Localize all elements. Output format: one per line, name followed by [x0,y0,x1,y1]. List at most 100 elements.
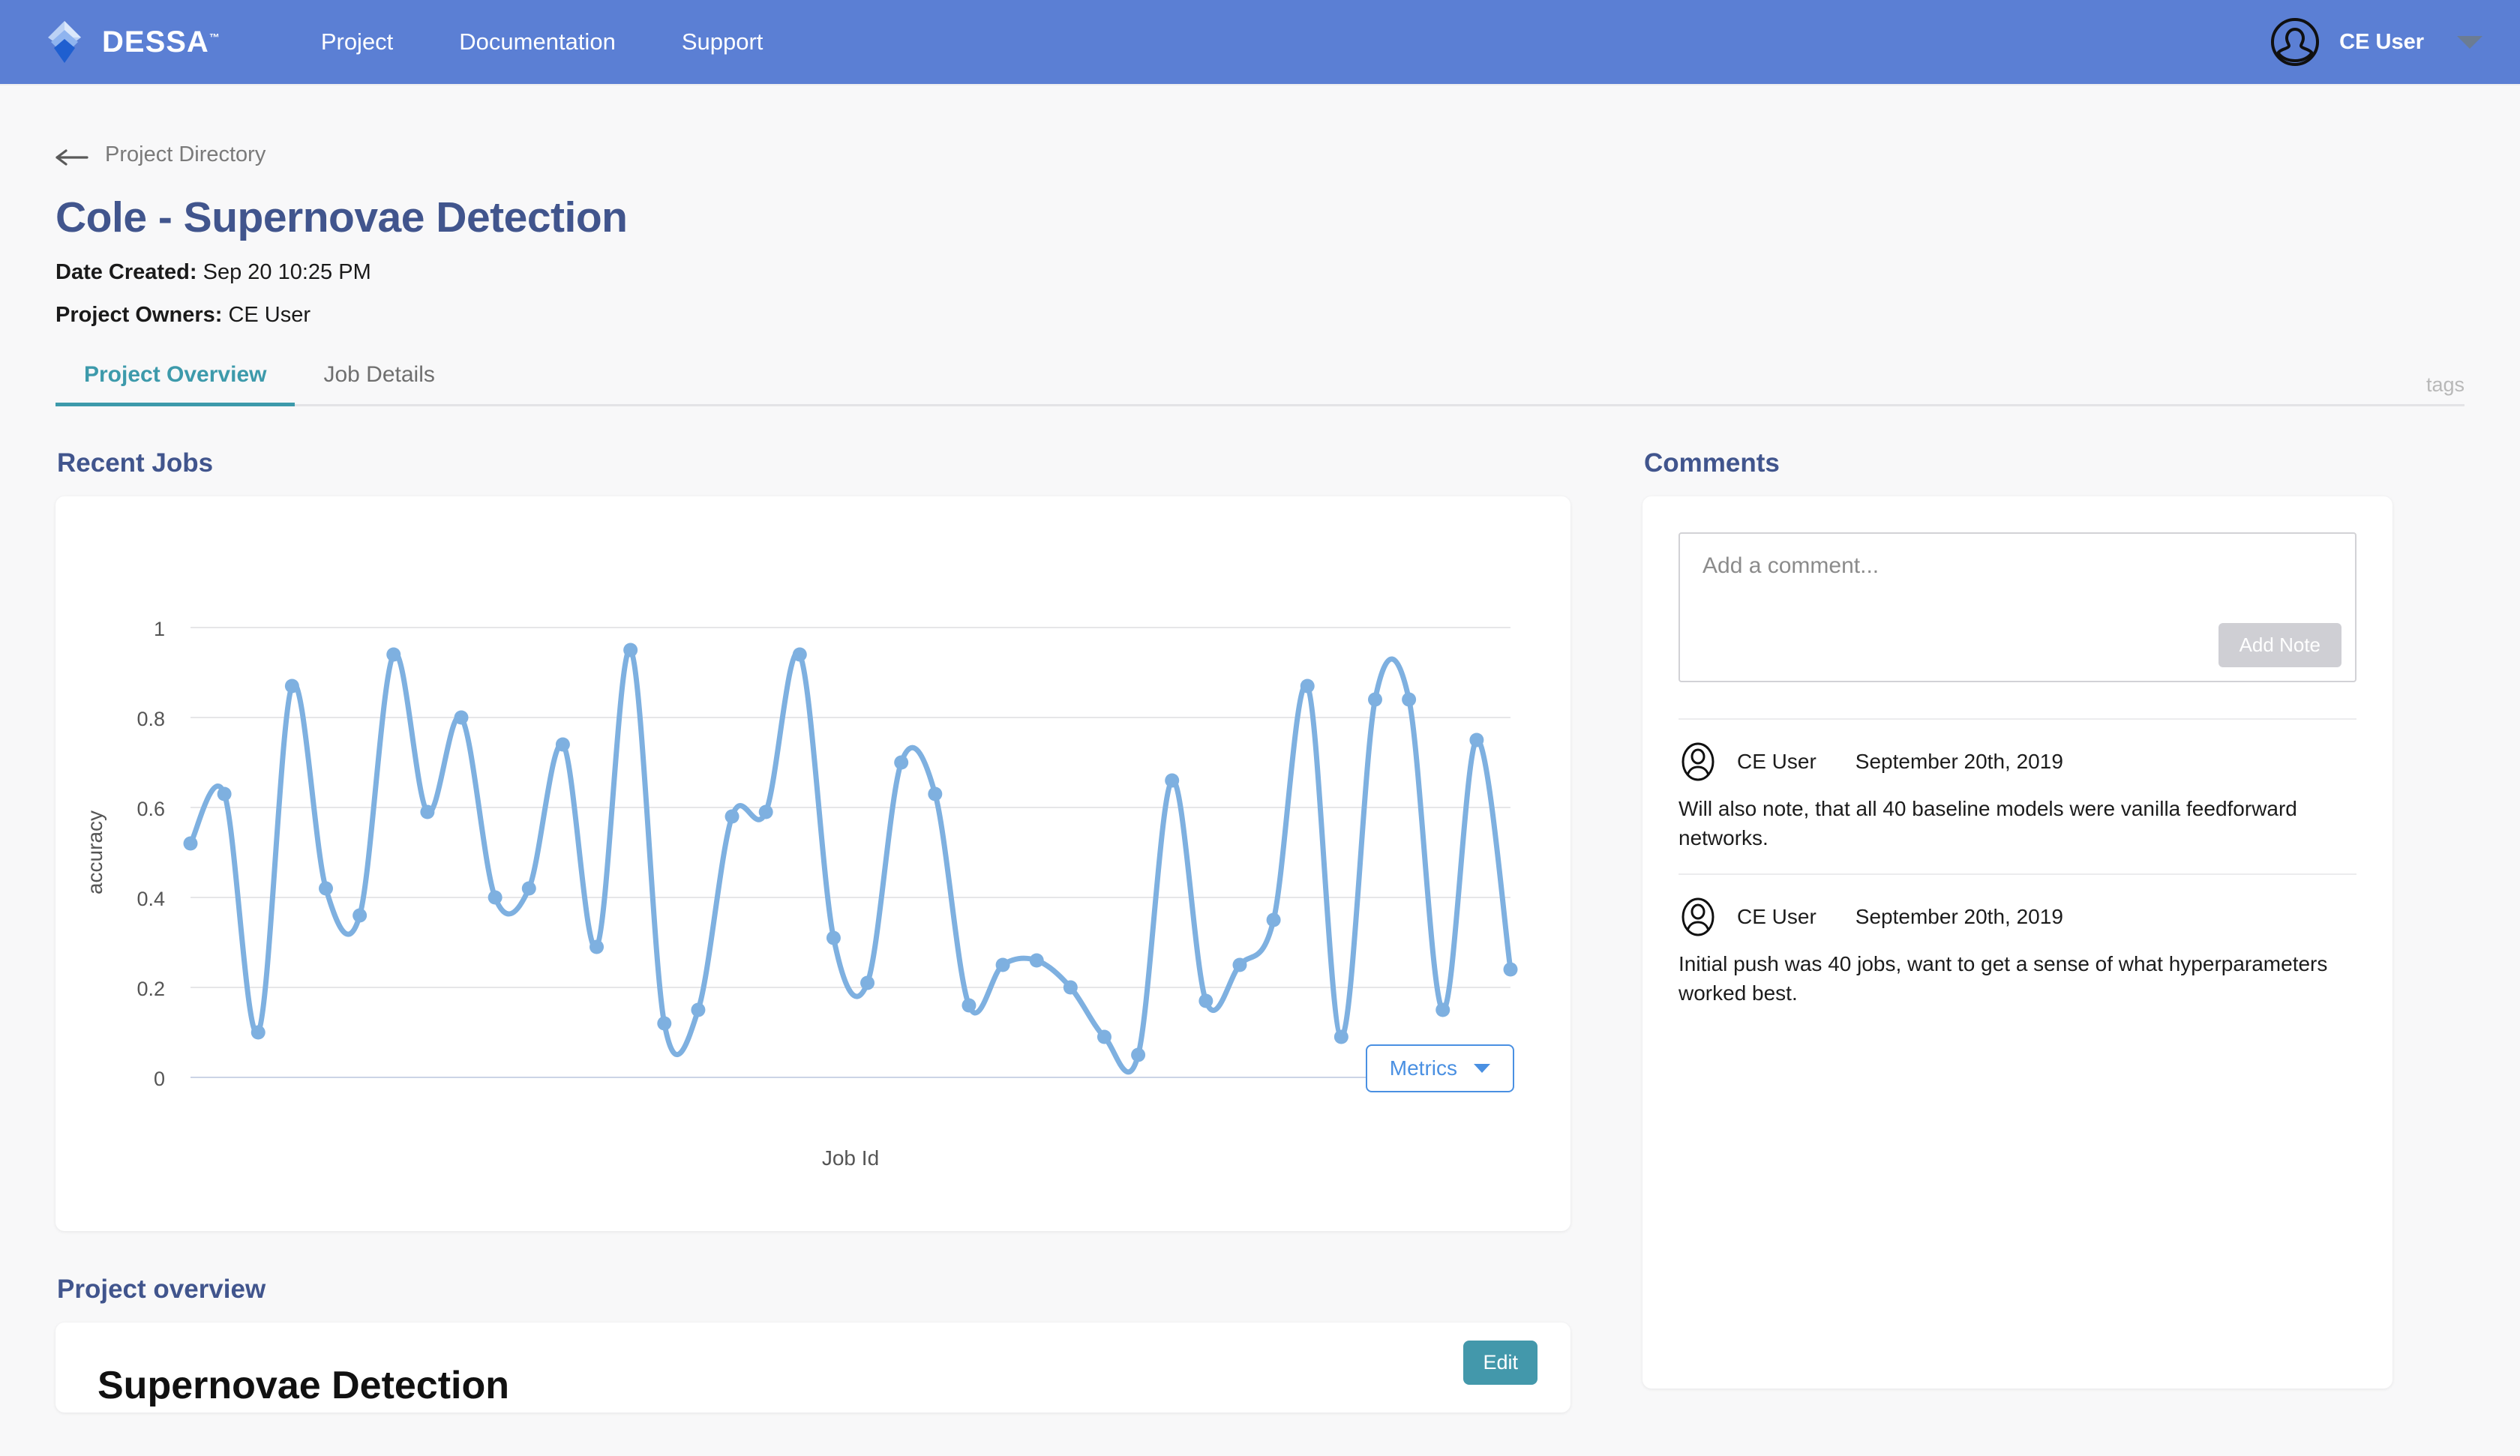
chart-data-point[interactable]: 0.59 [758,804,773,819]
chart-data-point[interactable]: 0.74 [555,737,570,752]
dessa-logo-icon [44,19,86,64]
arrow-left-icon [56,147,88,166]
tab-bar: Project Overview Job Details [56,362,2464,406]
chart-data-point[interactable]: 0.58 [724,809,740,824]
chart-line-series [188,647,1514,1075]
chart-data-point[interactable]: 0.4 [488,890,502,905]
chart-data-point[interactable]: 0.75 [1469,732,1484,747]
project-owners-label: Project Owners: [56,303,223,327]
metrics-dropdown-label: Metrics [1389,1056,1457,1080]
y-axis-tick-label: 0.8 [136,708,165,730]
project-overview-heading: Project overview [57,1275,266,1304]
chart-data-point[interactable]: 0.35 [1266,912,1281,927]
chart-data-point[interactable]: 0.59 [420,804,435,819]
chart-data-point[interactable]: 0.94 [792,647,807,662]
nav-item-support[interactable]: Support [649,28,796,55]
chart-data-point[interactable]: 0.87 [284,679,299,694]
chart-data-point[interactable]: 0.63 [217,786,232,801]
comment-date: September 20th, 2019 [1855,905,2063,929]
comments-list: CE User September 20th, 2019 Will also n… [1678,718,2356,1029]
meta-project-owners: Project Owners: CE User [56,303,2464,328]
comment-item: CE User September 20th, 2019 Initial pus… [1678,873,2356,1029]
chart-data-point[interactable]: 0.87 [1300,679,1315,694]
breadcrumb-project-directory[interactable]: Project Directory [56,142,266,167]
accuracy-line-chart[interactable]: 0 0.2 0.4 0.6 0.8 1 accuracy Job Id 0.52 0.63 0.1 0… [56,496,1570,1231]
metrics-dropdown-button[interactable]: Metrics [1365,1044,1514,1092]
chart-data-point[interactable]: 0.15 [691,1002,706,1017]
chart-data-point[interactable]: 0.25 [995,957,1010,972]
chart-data-point[interactable]: 0.42 [521,881,536,896]
comment-text: Initial push was 40 jobs, want to get a … [1678,952,2328,1005]
chart-data-point[interactable]: 0.94 [386,647,401,662]
recent-jobs-heading: Recent Jobs [57,448,214,478]
chart-data-point[interactable]: 0.09 [1096,1029,1112,1044]
right-column: Comments Add a comment... Add Note CE Us… [1642,448,2392,1389]
comment-date: September 20th, 2019 [1855,750,2063,773]
comment-author: CE User [1737,905,1816,929]
chart-data-point[interactable]: 0.24 [1503,962,1518,977]
chart-data-point[interactable]: 0.8 [454,710,469,725]
chart-data-point[interactable]: 0.84 [1402,692,1417,707]
chart-data-point[interactable]: 0.52 [183,836,198,851]
chart-data-point[interactable]: 0.95 [623,643,638,658]
chart-data-point[interactable]: 0.09 [1334,1029,1348,1044]
user-avatar-icon [1678,897,1718,936]
chart-data-point[interactable]: 0.66 [1165,773,1180,788]
tags-label[interactable]: tags [2426,373,2464,397]
comment-header: CE User September 20th, 2019 [1678,742,2356,781]
project-overview-section: Project overview Supernovae Detection Ed… [56,1275,1570,1413]
chart-data-point[interactable]: 0.36 [352,908,368,923]
add-note-button[interactable]: Add Note [2218,623,2342,667]
chart-data-point[interactable]: 0.26 [1029,953,1044,968]
user-name-label: CE User [2339,29,2424,54]
chart-data-point[interactable]: 0.25 [1232,957,1247,972]
project-owners-value: CE User [228,303,311,327]
user-avatar-icon [1678,742,1718,781]
chart-data-point[interactable]: 0.31 [826,930,841,945]
breadcrumb-label: Project Directory [105,142,266,166]
add-comment-placeholder: Add a comment... [1702,553,1880,578]
comment-text: Will also note, that all 40 baseline mod… [1678,797,2297,849]
y-axis-tick-label: 0.2 [136,978,165,1000]
comment-header: CE User September 20th, 2019 [1678,897,2356,936]
page-content: Project Directory Cole - Supernovae Dete… [0,142,2520,1413]
chart-data-point[interactable]: 0.15 [1436,1002,1450,1017]
y-axis-tick-label: 0.6 [136,798,165,820]
comments-card: Add a comment... Add Note CE User Septem… [1642,496,2392,1389]
user-menu[interactable]: CE User [2270,17,2482,67]
chart-data-point[interactable]: 0.17 [1198,993,1214,1008]
add-comment-input[interactable]: Add a comment... Add Note [1678,532,2356,682]
y-axis-tick-label: 0 [154,1068,165,1090]
recent-jobs-chart-card: Metrics 0 0.2 0.4 0.6 0.8 1 accuracy Job Id 0.52… [56,496,1570,1231]
chart-data-point[interactable]: 0.2 [1063,980,1078,995]
y-axis-title: accuracy [83,810,106,894]
content-columns: Recent Jobs Metrics 0 0.2 0.4 0.6 0.8 1 accura… [56,448,2464,1413]
y-axis-tick-label: 0.4 [136,888,165,910]
tab-job-details[interactable]: Job Details [295,362,463,404]
edit-button[interactable]: Edit [1463,1341,1538,1385]
tab-project-overview[interactable]: Project Overview [56,362,296,406]
chart-data-point[interactable]: 0.63 [928,786,943,801]
nav-item-project[interactable]: Project [288,28,426,55]
chart-data-point[interactable]: 0.12 [657,1016,672,1031]
comments-heading: Comments [1644,448,1780,478]
x-axis-title: Job Id [822,1146,879,1170]
chart-data-point[interactable]: 0.42 [319,881,334,896]
nav-item-documentation[interactable]: Documentation [426,28,649,55]
chart-data-point[interactable]: 0.21 [860,975,875,990]
chart-data-point[interactable]: 0.05 [1131,1047,1146,1062]
top-navigation-bar: DESSA™ Project Documentation Support CE … [0,0,2520,84]
project-overview-card: Supernovae Detection Edit [56,1323,1570,1413]
chart-data-point[interactable]: 0.7 [894,755,909,770]
chevron-down-icon[interactable] [2457,35,2482,49]
left-column: Recent Jobs Metrics 0 0.2 0.4 0.6 0.8 1 accura… [56,448,1570,1413]
chart-data-point[interactable]: 0.84 [1367,692,1382,707]
chart-data-point[interactable]: 0.16 [962,998,976,1013]
page-title: Cole - Supernovae Detection [56,193,628,241]
project-overview-card-title: Supernovae Detection [98,1364,510,1407]
chart-data-point[interactable]: 0.1 [250,1025,266,1040]
meta-date-created: Date Created: Sep 20 10:25 PM [56,260,2464,285]
brand-logo-group[interactable]: DESSA™ [44,19,220,64]
chart-data-point[interactable]: 0.29 [590,939,604,954]
date-created-value: Sep 20 10:25 PM [202,260,371,284]
